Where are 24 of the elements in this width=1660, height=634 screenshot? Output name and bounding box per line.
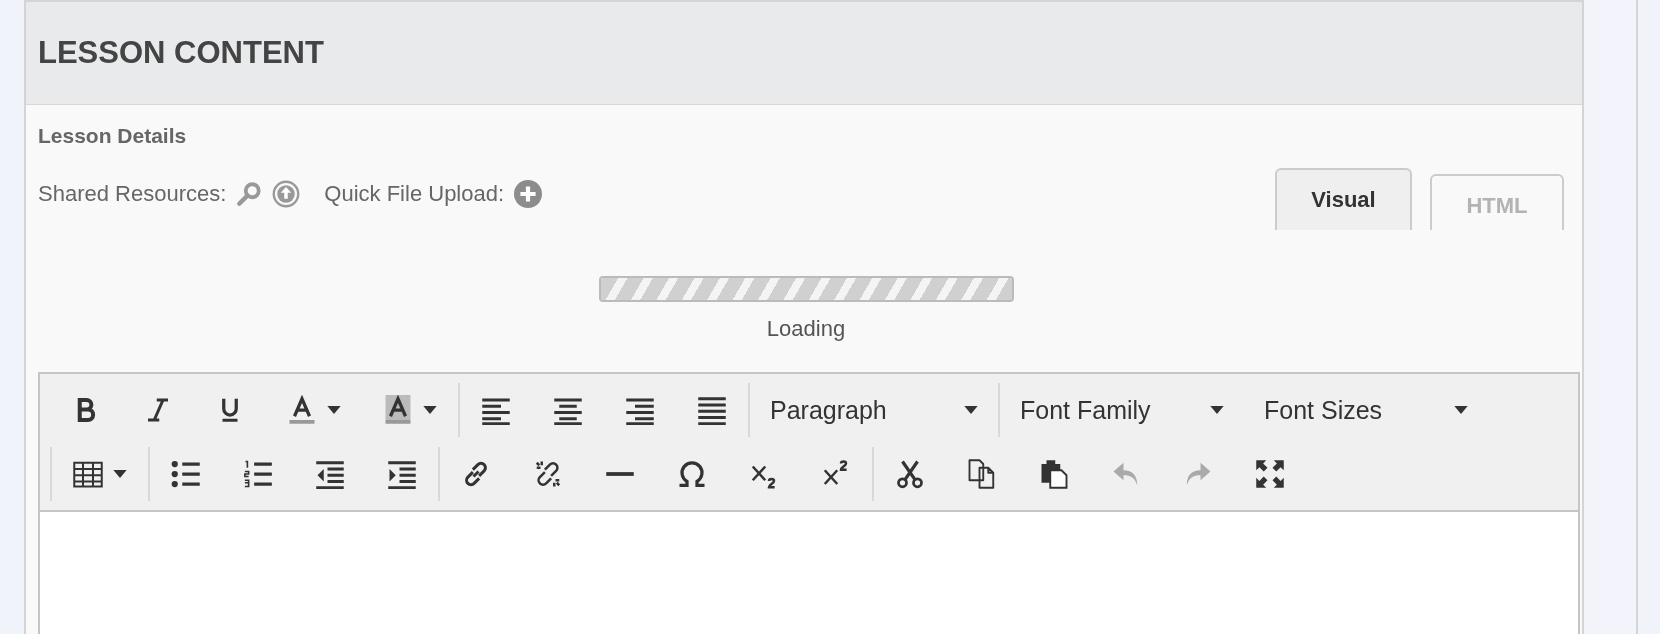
format-dropdown[interactable]: Font Family xyxy=(1010,391,1234,429)
caret-icon xyxy=(1454,406,1468,414)
editor-tab[interactable]: Visual xyxy=(1275,168,1412,230)
dropdown-label: Paragraph xyxy=(770,395,887,425)
add-icon[interactable] xyxy=(514,180,543,208)
quick-file-upload-label: Quick File Upload: xyxy=(324,181,505,207)
lesson-details-heading: Lesson Details xyxy=(38,124,188,148)
caret-icon xyxy=(964,406,978,414)
search-icon[interactable] xyxy=(236,181,263,207)
text-color-icon xyxy=(287,395,317,425)
caret-icon xyxy=(423,406,437,414)
table-icon xyxy=(73,459,103,489)
shared-resources-label: Shared Resources: xyxy=(38,181,227,207)
dropdown-label: Font Sizes xyxy=(1264,395,1383,425)
caret-icon xyxy=(113,470,127,478)
section-title: LESSON CONTENT xyxy=(38,35,324,71)
highlight-color-icon xyxy=(383,395,413,425)
dropdown-label: Font Family xyxy=(1020,395,1151,425)
format-dropdown[interactable]: Font Sizes xyxy=(1254,391,1478,429)
caret-icon xyxy=(1210,406,1224,414)
caret-icon xyxy=(327,406,341,414)
upload-icon[interactable] xyxy=(272,180,301,208)
format-dropdown[interactable]: Paragraph xyxy=(760,391,988,429)
loading-label: Loading xyxy=(766,316,846,342)
